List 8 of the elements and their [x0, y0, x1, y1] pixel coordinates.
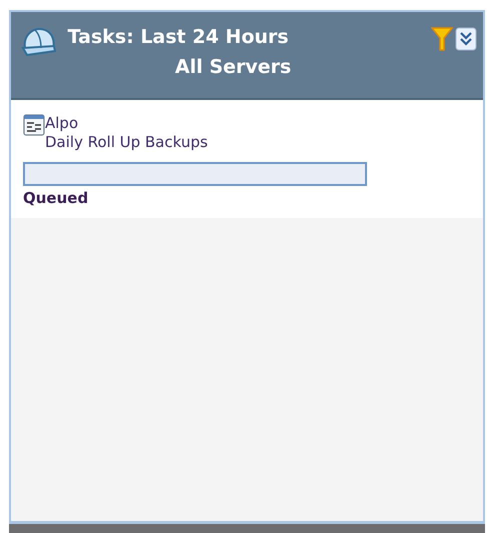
panel-subtitle: All Servers	[175, 55, 292, 80]
collapse-icon[interactable]	[455, 27, 477, 51]
task-name: Daily Roll Up Backups	[45, 132, 208, 152]
panel-title: Tasks: Last 24 Hours	[68, 25, 289, 50]
task-list-icon	[23, 114, 45, 136]
filter-icon[interactable]	[431, 26, 453, 52]
task-status: Queued	[23, 188, 90, 209]
server-name: Alpo	[45, 114, 80, 132]
